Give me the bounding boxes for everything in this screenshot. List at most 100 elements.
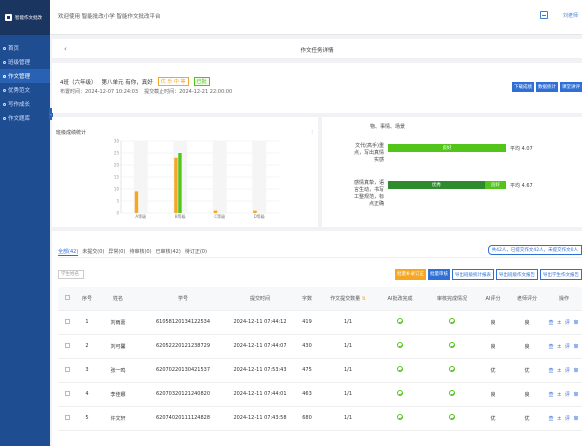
sidebar-item-icon <box>3 88 6 92</box>
table-header-cell: 提交时间 <box>228 287 292 311</box>
message-icon[interactable] <box>540 11 548 19</box>
logo: 智能作文批改 <box>0 0 50 35</box>
row-action-links[interactable]: 查 ± 评 审 <box>549 344 580 350</box>
table-header-cell: AI批改完成 <box>374 287 426 311</box>
sidebar-item[interactable]: 作文管理 <box>0 69 50 83</box>
student-name: 张一鸣 <box>98 358 138 383</box>
criteria-label: 感情真挚，语言生动，书写工整规范，标点正确 <box>353 180 384 207</box>
filter-tab[interactable]: 待订正(0) <box>185 248 207 256</box>
check-circle-icon <box>397 318 403 324</box>
row-checkbox-cell <box>58 358 76 383</box>
ai-score: 良 <box>478 310 508 335</box>
row-checkbox[interactable] <box>64 390 70 396</box>
submission-count: 1/1 <box>322 406 374 431</box>
ai-review-done <box>374 334 426 359</box>
student-name: 许文轩 <box>98 406 138 431</box>
chart-menu-icon[interactable]: ⋮ <box>310 129 314 134</box>
sidebar-item[interactable]: 首页 <box>0 41 50 55</box>
row-checkbox[interactable] <box>64 414 70 420</box>
export-class-report-button[interactable]: 导出班级作文报告 <box>496 269 538 280</box>
table-header-cell: 审核完成情况 <box>426 287 478 311</box>
y-tick-label: 20 <box>114 163 120 168</box>
table-header-cell: 姓名 <box>98 287 138 311</box>
criteria-row: 感情真挚，语言生动，书写工整规范，标点正确 优秀 良好 平均 4.67 <box>350 180 533 208</box>
student-id: 62074020111124828 <box>138 406 228 431</box>
row-action-links[interactable]: 查 ± 评 审 <box>549 320 580 326</box>
criteria-bar-segment: 优秀 <box>388 181 485 189</box>
x-tick-label: B等级 <box>175 213 186 219</box>
x-tick-label: C等级 <box>214 213 225 219</box>
sidebar-item[interactable]: 班级管理 <box>0 55 50 69</box>
sidebar-item[interactable]: 写作成长 <box>0 97 50 111</box>
submission-count: 1/1 <box>322 310 374 335</box>
sidebar-item-label: 作文管理 <box>8 74 31 80</box>
x-tick-label: D等级 <box>254 213 265 219</box>
publish-time: 布置时间：2024-12-07 10:24:03 <box>60 89 139 95</box>
search-input[interactable]: 学生姓名 <box>58 270 84 279</box>
batch-correction-button[interactable]: 批量补录订正 <box>395 269 426 280</box>
ai-review-done <box>374 406 426 431</box>
table-header-label: 提交时间 <box>249 295 270 302</box>
student-id: 61058120134122534 <box>138 310 228 335</box>
table-header-cell: 学号 <box>138 287 228 311</box>
statistics-button[interactable]: 数据统计 <box>536 82 558 92</box>
word-count: 419 <box>292 310 322 335</box>
sidebar: 首页 班级管理 作文管理 优秀范文 写作成长 作文题库 ‹ <box>0 35 53 446</box>
submit-time: 2024-12-11 07:44:07 <box>228 334 292 359</box>
row-action-links[interactable]: 查 ± 评 审 <box>549 368 580 374</box>
logo-icon <box>5 14 12 21</box>
row-index: 2 <box>76 334 98 359</box>
export-student-report-button[interactable]: 导出学生作文报告 <box>540 269 582 280</box>
check-circle-icon <box>449 366 455 372</box>
user-name[interactable]: 刘老师 <box>563 12 578 19</box>
class-name: 4班（六年级） <box>60 79 97 86</box>
word-count: 680 <box>292 406 322 431</box>
row-checkbox[interactable] <box>64 318 70 324</box>
class-review-button[interactable]: 课堂讲评 <box>560 82 582 92</box>
sort-icon[interactable]: ⇅ <box>360 296 366 302</box>
table-row: 1 刘雨嘉 61058120134122534 2024-12-11 07:44:12… <box>58 310 582 335</box>
filter-tab[interactable]: 异常(0) <box>108 248 125 256</box>
row-actions: 查 ± 评 审 <box>546 382 582 407</box>
submit-time: 2024-12-11 07:53:43 <box>228 358 292 383</box>
filter-tab[interactable]: 未提交(0) <box>82 248 104 256</box>
table-header-label: AI批改完成 <box>387 295 413 302</box>
row-action-links[interactable]: 查 ± 评 审 <box>549 416 580 422</box>
download-scores-button[interactable]: 下载成绩 <box>512 82 534 92</box>
filter-tab[interactable]: 全部(42) <box>58 248 79 256</box>
sidebar-item-label: 班级管理 <box>8 60 31 66</box>
filter-tab[interactable]: 已审核(42) <box>156 248 181 256</box>
sidebar-item-icon <box>3 74 6 78</box>
sidebar-item[interactable]: 作文题库 <box>0 111 50 125</box>
chart-title: 班级成绩统计 <box>56 130 87 136</box>
table-header-cell: 字数 <box>292 287 322 311</box>
filter-tab[interactable]: 待审核(0) <box>129 248 151 256</box>
row-actions: 查 ± 评 审 <box>546 358 582 383</box>
category-background <box>252 141 267 213</box>
table-header-cell <box>58 287 76 311</box>
category-background <box>212 141 227 213</box>
criteria-bar-text: 良好 <box>490 183 500 188</box>
audit-done <box>426 406 478 431</box>
y-tick-label: 25 <box>114 151 120 156</box>
batch-review-button[interactable]: 批量审核 <box>428 269 450 280</box>
criteria-bar: 良好 <box>388 144 506 152</box>
bar-A等级-0 <box>134 191 139 213</box>
sidebar-item[interactable]: 优秀范文 <box>0 83 50 97</box>
row-checkbox-cell <box>58 310 76 335</box>
row-action-links[interactable]: 查 ± 评 审 <box>549 392 580 398</box>
bar-D等级-0 <box>253 210 257 213</box>
submit-time: 2024-12-11 07:43:58 <box>228 406 292 431</box>
row-checkbox-cell <box>58 334 76 359</box>
table-header-cell: 作文提交数量 ⇅ <box>322 287 374 311</box>
row-checkbox[interactable] <box>64 342 70 348</box>
teacher-score: 优 <box>508 358 546 383</box>
score-chart-panel: 班级成绩统计 ⋮ 0 5 10 15 20 25 30 A等级 B等级 C等级 D等级 <box>52 117 318 227</box>
row-checkbox[interactable] <box>64 366 70 372</box>
check-circle-icon <box>449 318 455 324</box>
select-all-checkbox[interactable] <box>64 294 70 300</box>
bar-B等级-0 <box>174 157 178 213</box>
table-header-cell: 老师评分 <box>508 287 546 311</box>
table-header-label: 姓名 <box>112 295 123 302</box>
export-class-stats-button[interactable]: 导出班级统计报表 <box>452 269 494 280</box>
